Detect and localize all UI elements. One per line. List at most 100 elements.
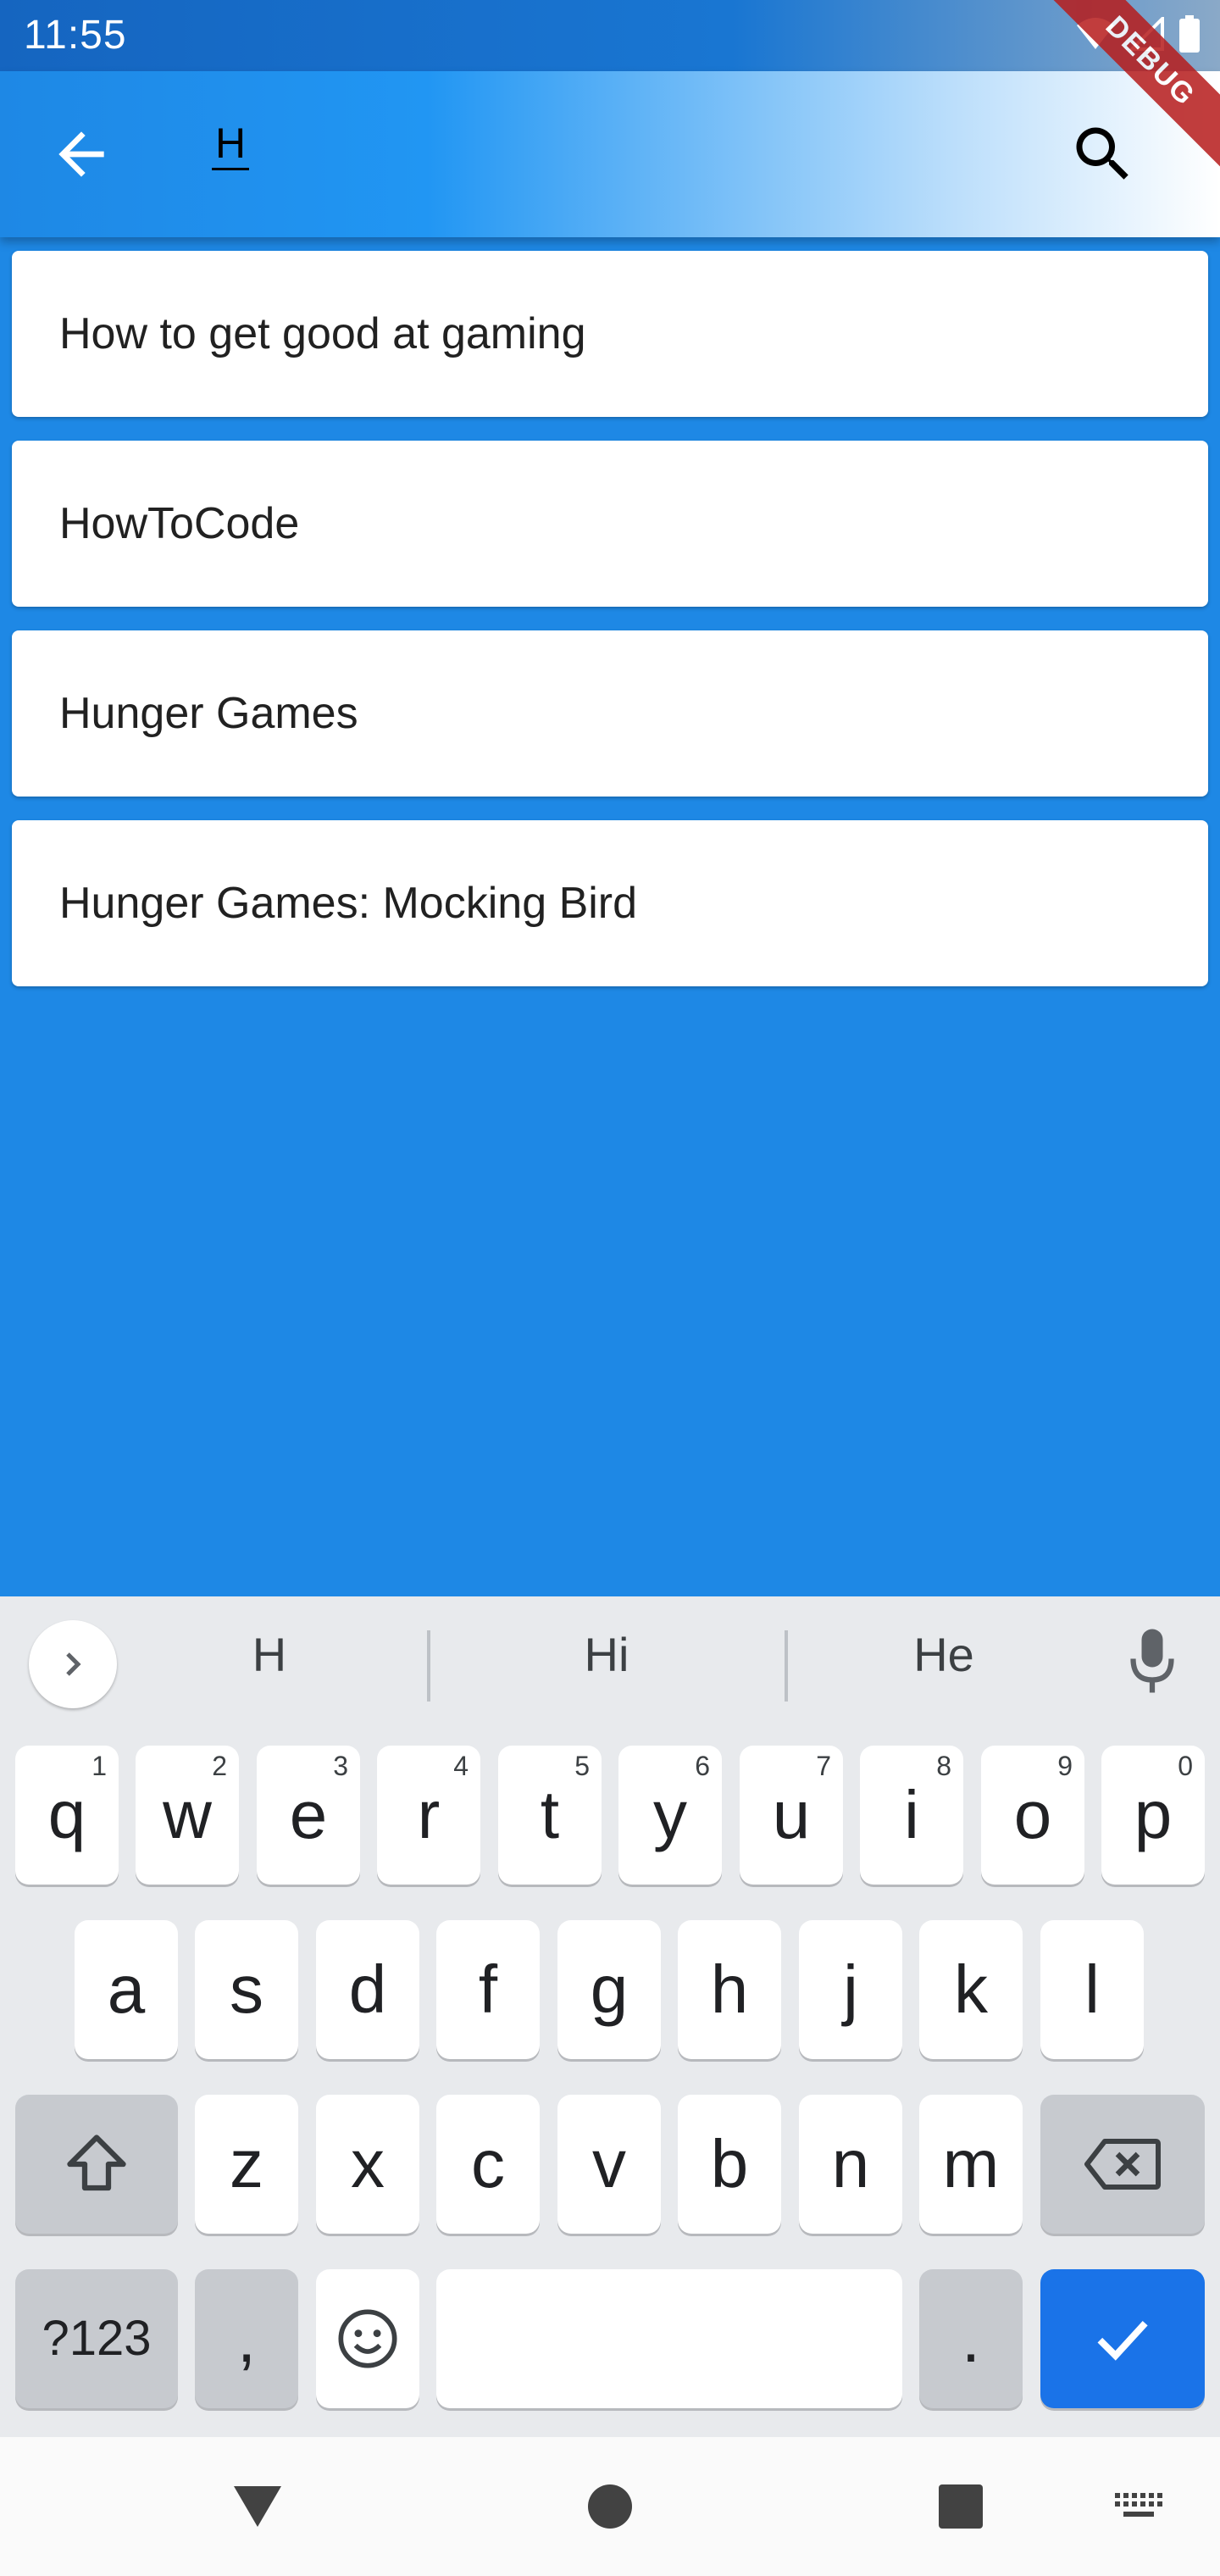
keyboard-icon [1115, 2493, 1162, 2517]
key-v[interactable]: v [557, 2095, 661, 2234]
key-label: q [47, 1777, 86, 1852]
key-m[interactable]: m [919, 2095, 1023, 2234]
suggestion-strip: H Hi He [0, 1596, 1220, 1732]
key-k[interactable]: k [919, 1920, 1023, 2059]
keyboard: H Hi He q1 w2 e3 r4 t5 y6 u7 i8 o9 p0 a … [0, 1596, 1220, 2437]
keyboard-switch-button[interactable] [1105, 2474, 1173, 2539]
triangle-down-icon [234, 2486, 281, 2527]
square-icon [939, 2484, 983, 2529]
key-label: c [471, 2126, 505, 2201]
mic-icon [1130, 1629, 1174, 1693]
key-label: a [107, 1951, 146, 2027]
emoji-key[interactable] [316, 2269, 419, 2408]
list-item[interactable]: Hunger Games: Mocking Bird [12, 820, 1208, 986]
key-label: x [351, 2126, 385, 2201]
key-p[interactable]: p0 [1101, 1746, 1205, 1885]
key-g[interactable]: g [557, 1920, 661, 2059]
key-label: j [843, 1951, 858, 2027]
suggestion-item[interactable]: He [817, 1627, 1071, 1682]
navigation-bar [0, 2437, 1220, 2576]
key-hint: 1 [92, 1751, 107, 1781]
arrow-back-icon [58, 131, 104, 177]
results-list: How to get good at gaming HowToCode Hung… [12, 251, 1208, 1010]
search-icon [1076, 127, 1128, 180]
key-label: ?123 [42, 2311, 152, 2366]
key-q[interactable]: q1 [15, 1746, 119, 1885]
divider [785, 1630, 788, 1702]
key-hint: 2 [212, 1751, 227, 1781]
key-d[interactable]: d [316, 1920, 419, 2059]
key-t[interactable]: t5 [498, 1746, 602, 1885]
back-nav-button[interactable] [225, 2474, 290, 2539]
key-label: m [942, 2126, 1000, 2201]
key-l[interactable]: l [1040, 1920, 1144, 2059]
space-key[interactable] [436, 2269, 902, 2408]
key-hint: 8 [936, 1751, 951, 1781]
key-j[interactable]: j [799, 1920, 902, 2059]
key-h[interactable]: h [678, 1920, 781, 2059]
suggestion-item[interactable]: H [142, 1627, 396, 1682]
key-n[interactable]: n [799, 2095, 902, 2234]
key-label: w [163, 1777, 212, 1852]
key-w[interactable]: w2 [136, 1746, 239, 1885]
key-label: u [772, 1777, 811, 1852]
chevron-right-icon [66, 1652, 81, 1676]
battery-icon [1179, 15, 1200, 53]
app-bar: H [0, 71, 1220, 237]
key-u[interactable]: u7 [740, 1746, 843, 1885]
key-r[interactable]: r4 [377, 1746, 480, 1885]
key-a[interactable]: a [75, 1920, 178, 2059]
list-item[interactable]: HowToCode [12, 441, 1208, 607]
backspace-key[interactable] [1040, 2095, 1205, 2234]
circle-icon [588, 2484, 632, 2529]
check-icon [1097, 2320, 1148, 2361]
key-hint: 9 [1057, 1751, 1073, 1781]
key-x[interactable]: x [316, 2095, 419, 2234]
key-i[interactable]: i8 [860, 1746, 963, 1885]
key-b[interactable]: b [678, 2095, 781, 2234]
key-e[interactable]: e3 [257, 1746, 360, 1885]
key-label: p [1134, 1777, 1173, 1852]
key-label: r [417, 1777, 441, 1852]
key-label: l [1084, 1951, 1100, 2027]
key-c[interactable]: c [436, 2095, 540, 2234]
key-label: k [954, 1951, 988, 2027]
search-button[interactable] [1068, 119, 1139, 190]
mic-button[interactable] [1127, 1627, 1195, 1703]
key-label: e [289, 1777, 328, 1852]
key-hint: 4 [453, 1751, 469, 1781]
key-y[interactable]: y6 [618, 1746, 722, 1885]
key-label: o [1013, 1777, 1052, 1852]
comma-key[interactable]: , [195, 2269, 298, 2408]
key-z[interactable]: z [195, 2095, 298, 2234]
key-label: , [236, 2301, 257, 2376]
key-label: t [540, 1777, 560, 1852]
key-label: s [230, 1951, 263, 2027]
key-label: z [230, 2126, 263, 2201]
expand-toolbar-button[interactable] [29, 1620, 117, 1708]
status-bar: 11:55 [0, 0, 1220, 71]
list-item[interactable]: Hunger Games [12, 630, 1208, 797]
back-button[interactable] [47, 120, 115, 188]
period-key[interactable]: . [919, 2269, 1023, 2408]
key-label: h [710, 1951, 749, 2027]
symbols-key[interactable]: ?123 [15, 2269, 178, 2408]
shift-key[interactable] [15, 2095, 178, 2234]
key-label: i [904, 1777, 919, 1852]
key-label: y [653, 1777, 687, 1852]
list-item[interactable]: How to get good at gaming [12, 251, 1208, 417]
key-o[interactable]: o9 [981, 1746, 1084, 1885]
recents-nav-button[interactable] [929, 2474, 993, 2539]
suggestion-item[interactable]: Hi [480, 1627, 734, 1682]
shift-icon [67, 2135, 126, 2191]
search-input[interactable]: H [212, 119, 250, 170]
done-key[interactable] [1040, 2269, 1205, 2408]
key-label: n [831, 2126, 870, 2201]
key-s[interactable]: s [195, 1920, 298, 2059]
emoji-icon [338, 2309, 397, 2368]
key-hint: 7 [816, 1751, 831, 1781]
key-hint: 0 [1178, 1751, 1193, 1781]
home-nav-button[interactable] [578, 2474, 642, 2539]
key-f[interactable]: f [436, 1920, 540, 2059]
divider [427, 1630, 430, 1702]
